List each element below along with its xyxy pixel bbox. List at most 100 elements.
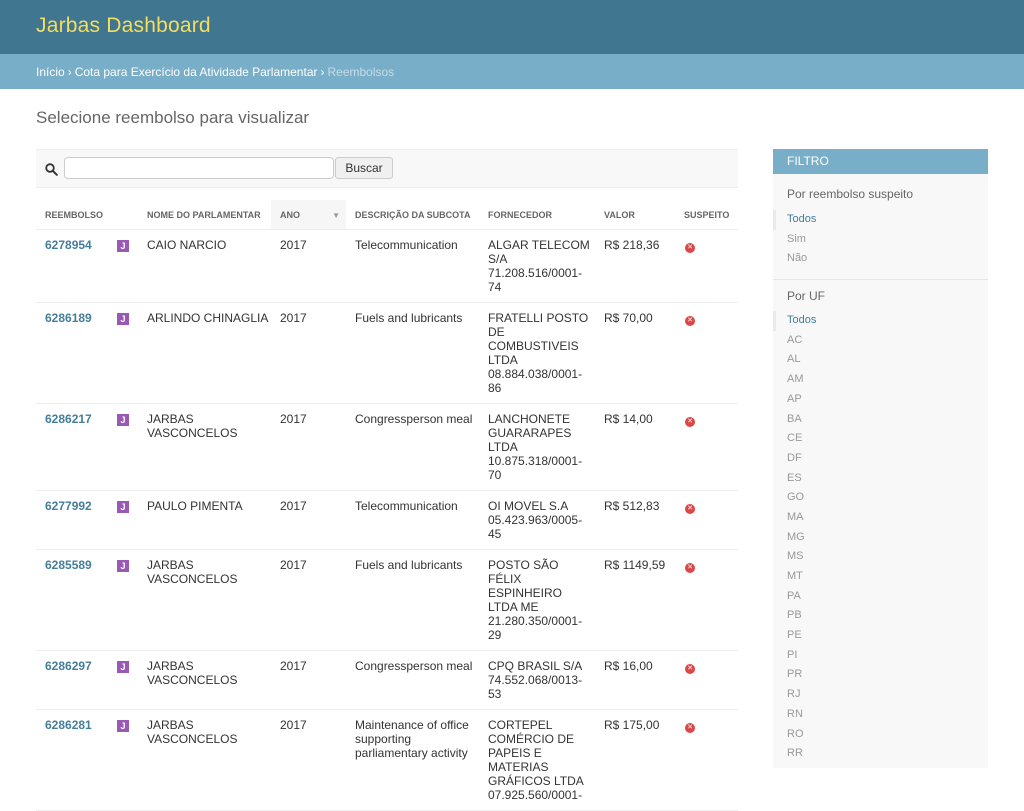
suspeito-cell: ✕	[675, 302, 738, 404]
reembolso-link[interactable]: 6277992	[45, 499, 92, 513]
filter-option-uf[interactable]: ES	[773, 469, 988, 489]
parlamentar-cell: JARBAS VASCONCELOS	[138, 403, 271, 491]
filter-option-uf[interactable]: MT	[773, 567, 988, 587]
table-body: 6278954 J CAIO NARCIO 2017 Telecommunication…	[36, 229, 738, 811]
jarbas-j-icon[interactable]: J	[117, 501, 129, 513]
parlamentar-cell: ARLINDO CHINAGLIA	[138, 302, 271, 404]
column-header-reembolso[interactable]: REEMBOLSO	[36, 200, 138, 230]
filter-option-uf[interactable]: AM	[773, 370, 988, 390]
reimbursements-table: REEMBOLSO NOME DO PARLAMENTAR ANO ▼ DESC…	[36, 200, 738, 811]
not-suspicious-x-icon: ✕	[685, 504, 695, 514]
reembolso-link[interactable]: 6286189	[45, 311, 92, 325]
filter-uf-title: Por UF	[787, 289, 826, 304]
subcota-cell: Fuels and lubricants	[346, 549, 479, 651]
filter-option-uf[interactable]: BA	[773, 410, 988, 430]
sort-descending-icon[interactable]: ▼	[332, 211, 340, 220]
valor-cell: R$ 14,00	[595, 403, 675, 491]
suspeito-cell: ✕	[675, 709, 738, 811]
valor-cell: R$ 16,00	[595, 650, 675, 710]
reembolso-link[interactable]: 6286281	[45, 718, 92, 732]
filter-option-uf[interactable]: PA	[773, 587, 988, 607]
filter-option-uf[interactable]: AP	[773, 390, 988, 410]
fornecedor-cell: CORTEPEL COMÉRCIO DE PAPEIS E MATERIAS G…	[479, 709, 595, 811]
filter-option-suspicious[interactable]: Não	[773, 249, 988, 269]
parlamentar-cell: JARBAS VASCONCELOS	[138, 709, 271, 811]
reembolso-cell: 6278954	[36, 229, 110, 303]
valor-cell: R$ 218,36	[595, 229, 675, 303]
table-row[interactable]: 6286281 J JARBAS VASCONCELOS 2017 Maintenanc…	[36, 709, 738, 811]
column-header-subcota[interactable]: DESCRIÇÃO DA SUBCOTA	[346, 200, 479, 230]
breadcrumb: Início › Cota para Exercício da Atividade …	[0, 54, 1024, 89]
table-row[interactable]: 6278954 J CAIO NARCIO 2017 Telecommunication…	[36, 229, 738, 303]
jarbas-j-icon[interactable]: J	[117, 313, 129, 325]
table-row[interactable]: 6286217 J JARBAS VASCONCELOS 2017 Congresspe…	[36, 403, 738, 491]
fornecedor-cell: FRATELLI POSTO DE COMBUSTIVEIS LTDA 08.8…	[479, 302, 595, 404]
site-title[interactable]: Jarbas Dashboard	[36, 14, 211, 38]
subcota-cell: Congressperson meal	[346, 650, 479, 710]
filter-option-uf[interactable]: PB	[773, 606, 988, 626]
jarbas-j-icon[interactable]: J	[117, 661, 129, 673]
not-suspicious-x-icon: ✕	[685, 243, 695, 253]
filter-option-uf[interactable]: PE	[773, 626, 988, 646]
filter-option-uf[interactable]: DF	[773, 449, 988, 469]
table-row[interactable]: 6277992 J PAULO PIMENTA 2017 Telecommunicati…	[36, 490, 738, 550]
filter-option-uf[interactable]: AC	[773, 331, 988, 351]
search-button[interactable]: Buscar	[335, 157, 393, 179]
filter-option-uf[interactable]: Todos	[773, 311, 988, 331]
jarbas-cell: J	[110, 229, 138, 303]
filter-option-uf[interactable]: CE	[773, 429, 988, 449]
filter-option-uf[interactable]: PR	[773, 665, 988, 685]
reembolso-cell: 6277992	[36, 490, 110, 550]
reembolso-cell: 6286189	[36, 302, 110, 404]
jarbas-j-icon[interactable]: J	[117, 560, 129, 572]
filter-option-suspicious[interactable]: Todos	[773, 210, 988, 230]
column-header-fornecedor[interactable]: FORNECEDOR	[479, 200, 595, 230]
table-row[interactable]: 6285589 J JARBAS VASCONCELOS 2017 Fuels and …	[36, 549, 738, 651]
filter-option-suspicious[interactable]: Sim	[773, 230, 988, 250]
filter-option-uf[interactable]: RJ	[773, 685, 988, 705]
ano-cell: 2017	[271, 709, 346, 811]
filter-uf-list: Todos AC AL AM AP BA CE DF ES GO MA MG MS MT PA PB PE PI P…	[773, 311, 988, 764]
reembolso-link[interactable]: 6286297	[45, 659, 92, 673]
valor-cell: R$ 175,00	[595, 709, 675, 811]
breadcrumb-section-link[interactable]: Cota para Exercício da Atividade Parlame…	[75, 65, 318, 79]
filter-option-uf[interactable]: RO	[773, 725, 988, 745]
valor-cell: R$ 1149,59	[595, 549, 675, 651]
fornecedor-cell: OI MOVEL S.A 05.423.963/0005-45	[479, 490, 595, 550]
fornecedor-cell: LANCHONETE GUARARAPES LTDA 10.875.318/00…	[479, 403, 595, 491]
suspeito-cell: ✕	[675, 403, 738, 491]
jarbas-j-icon[interactable]: J	[117, 240, 129, 252]
jarbas-cell: J	[110, 490, 138, 550]
ano-cell: 2017	[271, 229, 346, 303]
jarbas-j-icon[interactable]: J	[117, 414, 129, 426]
filter-option-uf[interactable]: AL	[773, 350, 988, 370]
filter-option-uf[interactable]: RR	[773, 744, 988, 764]
filter-option-uf[interactable]: GO	[773, 488, 988, 508]
filter-option-uf[interactable]: RN	[773, 705, 988, 725]
reembolso-link[interactable]: 6278954	[45, 238, 92, 252]
jarbas-cell: J	[110, 709, 138, 811]
reembolso-cell: 6286297	[36, 650, 110, 710]
not-suspicious-x-icon: ✕	[685, 417, 695, 427]
breadcrumb-separator: ›	[320, 65, 325, 79]
filter-option-uf[interactable]: MS	[773, 547, 988, 567]
table-row[interactable]: 6286189 J ARLINDO CHINAGLIA 2017 Fuels and l…	[36, 302, 738, 404]
table-row[interactable]: 6286297 J JARBAS VASCONCELOS 2017 Congresspe…	[36, 650, 738, 710]
filter-option-uf[interactable]: MG	[773, 528, 988, 548]
column-header-ano[interactable]: ANO ▼	[271, 200, 346, 230]
column-header-parlamentar[interactable]: NOME DO PARLAMENTAR	[138, 200, 271, 230]
valor-cell: R$ 512,83	[595, 490, 675, 550]
breadcrumb-home-link[interactable]: Início	[36, 65, 65, 79]
filter-option-uf[interactable]: MA	[773, 508, 988, 528]
search-input[interactable]	[64, 157, 334, 179]
reembolso-link[interactable]: 6285589	[45, 558, 92, 572]
reembolso-link[interactable]: 6286217	[45, 412, 92, 426]
column-header-valor[interactable]: VALOR	[595, 200, 675, 230]
column-header-ano-label: ANO	[280, 209, 300, 220]
jarbas-j-icon[interactable]: J	[117, 720, 129, 732]
column-header-suspeito[interactable]: SUSPEITO	[675, 200, 738, 230]
filter-suspicious-title: Por reembolso suspeito	[787, 187, 914, 201]
filter-option-uf[interactable]: PI	[773, 646, 988, 666]
reembolso-cell: 6285589	[36, 549, 110, 651]
parlamentar-cell: CAIO NARCIO	[138, 229, 271, 303]
